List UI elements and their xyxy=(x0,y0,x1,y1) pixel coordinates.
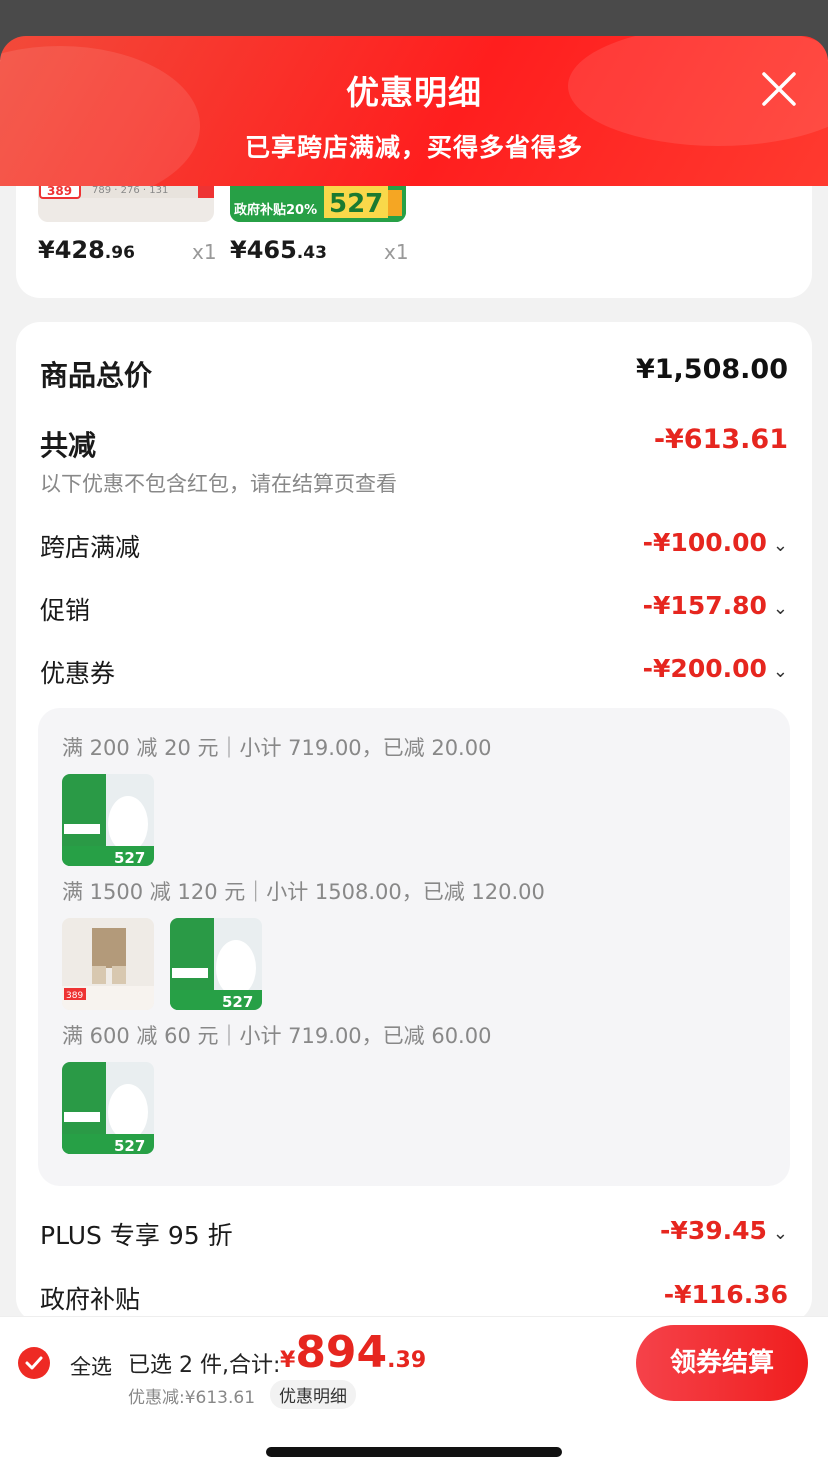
red-packet-note: 以下优惠不包含红包，请在结算页查看 xyxy=(40,472,397,496)
toilet-product-thumb[interactable]: 527 xyxy=(62,1062,154,1154)
plus-discount-row[interactable]: PLUS 专享 95 折 -¥39.45 ⌄ xyxy=(40,1216,788,1256)
discount-detail-header: 优惠明细 已享跨店满减，买得多省得多 xyxy=(0,36,828,186)
total-price-row: 商品总价 ¥1,508.00 xyxy=(40,354,788,394)
cross-store-label: 跨店满减 xyxy=(40,533,141,562)
svg-text:527: 527 xyxy=(222,993,253,1010)
checkout-bar: 全选 已选 2 件,合计: ¥894.39 优惠减:¥613.61 优惠明细 领… xyxy=(0,1316,828,1410)
plus-discount-label: PLUS 专享 95 折 xyxy=(40,1221,233,1250)
total-reduce-value: -¥613.61 xyxy=(653,424,788,455)
gov-subsidy-value: -¥116.36 xyxy=(663,1280,788,1309)
item-price-1: ¥428.96 xyxy=(38,236,135,264)
chevron-down-icon[interactable]: ⌄ xyxy=(773,1223,788,1244)
coupon-rule-3: 满 600 减 60 元｜小计 719.00，已减 60.00 xyxy=(62,1024,492,1048)
toilet-thumb-price: 527 xyxy=(329,189,383,219)
total-price-label: 商品总价 xyxy=(40,359,153,392)
pants-thumb-price: 389 xyxy=(47,184,72,198)
total-payable: ¥894.39 xyxy=(280,1327,427,1378)
chevron-down-icon[interactable]: ⌄ xyxy=(773,598,788,619)
page-title: 优惠明细 xyxy=(346,73,482,112)
discount-amount-text: 优惠减:¥613.61 xyxy=(128,1388,256,1408)
coupon-rule-1: 满 200 减 20 元｜小计 719.00，已减 20.00 xyxy=(62,736,492,760)
item-qty-2: x1 xyxy=(384,240,409,264)
toilet-product-thumb[interactable]: 527 xyxy=(170,918,262,1010)
svg-text:527: 527 xyxy=(114,1137,145,1154)
discount-detail-button[interactable]: 优惠明细 xyxy=(270,1380,356,1409)
promotion-label: 促销 xyxy=(40,596,91,625)
checkout-button[interactable]: 领券结算 xyxy=(636,1325,808,1401)
chevron-up-icon[interactable]: ⌄ xyxy=(773,661,788,682)
total-price-value: ¥1,508.00 xyxy=(635,354,788,385)
discount-summary-card: 商品总价 ¥1,508.00 共减 -¥613.61 以下优惠不包含红包，请在结… xyxy=(16,322,812,1322)
svg-text:789 · 276 · 131: 789 · 276 · 131 xyxy=(92,185,168,196)
gov-subsidy-label: 政府补贴 xyxy=(40,1285,141,1314)
coupon-detail-panel: 满 200 减 20 元｜小计 719.00，已减 20.00 527 满 15… xyxy=(38,708,790,1186)
promotion-row[interactable]: 促销 -¥157.80 ⌄ xyxy=(40,591,788,631)
cross-store-value: -¥100.00 ⌄ xyxy=(642,528,788,557)
select-all-label[interactable]: 全选 xyxy=(70,1351,112,1381)
coupon-row[interactable]: 优惠券 -¥200.00 ⌄ xyxy=(40,654,788,694)
selected-summary: 已选 2 件,合计: xyxy=(128,1353,281,1378)
item-qty-1: x1 xyxy=(192,240,217,264)
item-price-2: ¥465.43 xyxy=(230,236,327,264)
total-reduce-label: 共减 xyxy=(40,429,97,462)
coupon-value: -¥200.00 ⌄ xyxy=(642,654,788,683)
toilet-thumb-subsidy: 政府补贴20% xyxy=(234,202,317,218)
home-indicator[interactable] xyxy=(266,1447,562,1457)
coupon-rule-2: 满 1500 减 120 元｜小计 1508.00，已减 120.00 xyxy=(62,880,545,904)
pants-product-thumb[interactable]: 389 xyxy=(62,918,154,1010)
checkbox-checked-icon[interactable] xyxy=(18,1347,50,1379)
promotion-value: -¥157.80 ⌄ xyxy=(642,591,788,620)
svg-text:527: 527 xyxy=(114,849,145,866)
gov-subsidy-row: 政府补贴 -¥116.36 xyxy=(40,1280,788,1320)
total-reduce-row: 共减 -¥613.61 xyxy=(40,424,788,464)
plus-discount-value: -¥39.45 ⌄ xyxy=(660,1216,788,1245)
cross-store-row[interactable]: 跨店满减 -¥100.00 ⌄ xyxy=(40,528,788,568)
svg-text:389: 389 xyxy=(66,991,83,1001)
home-area xyxy=(0,1410,828,1474)
coupon-label: 优惠券 xyxy=(40,659,116,688)
page-subtitle: 已享跨店满减，买得多省得多 xyxy=(244,133,583,162)
toilet-product-thumb[interactable]: 527 xyxy=(62,774,154,866)
chevron-down-icon[interactable]: ⌄ xyxy=(773,535,788,556)
close-icon[interactable] xyxy=(760,70,798,108)
